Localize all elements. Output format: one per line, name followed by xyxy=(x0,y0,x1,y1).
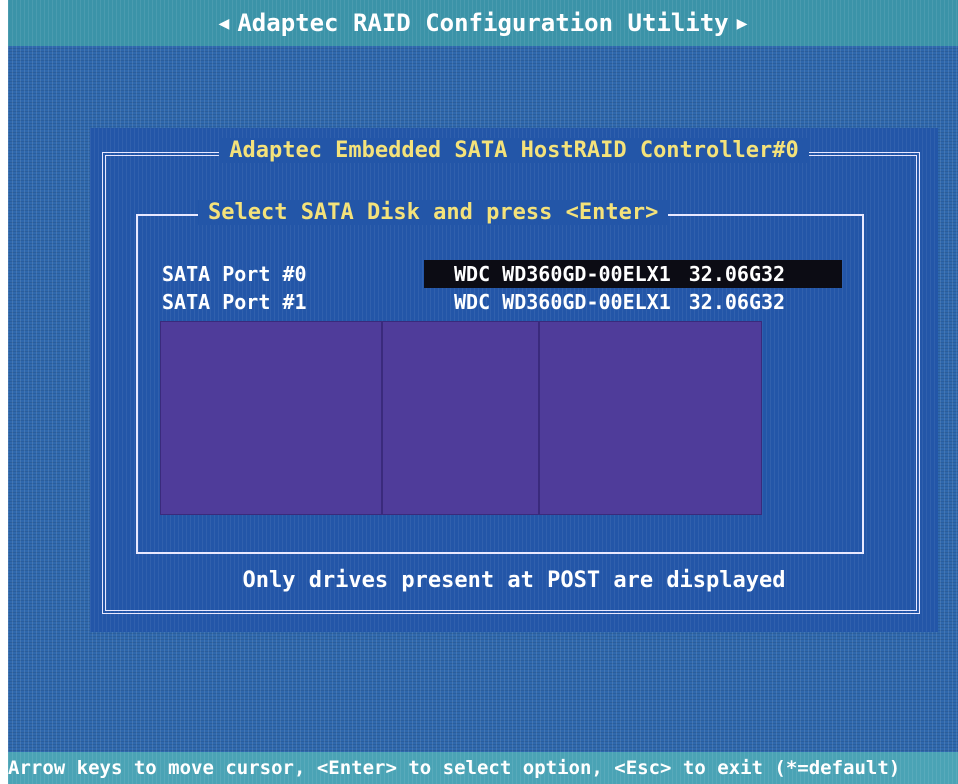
controller-dialog: Adaptec Embedded SATA HostRAID Controlle… xyxy=(90,128,938,632)
disk-model: WDC WD360GD-00ELX1 xyxy=(454,290,671,314)
disk-model: WDC WD360GD-00ELX1 xyxy=(454,262,671,286)
controller-dialog-title: Adaptec Embedded SATA HostRAID Controlle… xyxy=(219,138,809,163)
triangle-right-icon: ▶ xyxy=(736,13,748,34)
disk-select-panel-title: Select SATA Disk and press <Enter> xyxy=(198,200,669,225)
disk-row-port-1[interactable]: SATA Port #1 WDC WD360GD-00ELX1 32.06G32 xyxy=(162,288,862,316)
disk-port-label: SATA Port #1 xyxy=(162,290,307,314)
app-title: Adaptec RAID Configuration Utility xyxy=(237,9,729,37)
overlay-panel-middle xyxy=(382,321,539,515)
disk-port-label: SATA Port #0 xyxy=(162,262,307,286)
disk-size: 32.06G32 xyxy=(688,262,786,286)
bios-screen: ◀ Adaptec RAID Configuration Utility ▶ Ada… xyxy=(8,0,958,784)
controller-dialog-title-wrap: Adaptec Embedded SATA HostRAID Controlle… xyxy=(90,138,938,163)
disk-entry[interactable]: WDC WD360GD-00ELX1 32.06G32 xyxy=(424,288,842,316)
triangle-left-icon: ◀ xyxy=(218,13,230,34)
disk-entry-highlighted[interactable]: WDC WD360GD-00ELX1 32.06G32 xyxy=(424,260,842,288)
overlay-panel-left xyxy=(160,321,382,515)
disk-size: 32.06G32 xyxy=(688,290,786,314)
overlay-panel-right xyxy=(539,321,762,515)
help-status-bar: Arrow keys to move cursor, <Enter> to se… xyxy=(8,752,958,784)
disk-row-port-0[interactable]: SATA Port #0 WDC WD360GD-00ELX1 32.06G32 xyxy=(162,260,862,288)
title-bar: ◀ Adaptec RAID Configuration Utility ▶ xyxy=(8,0,958,46)
post-drives-note: Only drives present at POST are displaye… xyxy=(242,568,786,593)
